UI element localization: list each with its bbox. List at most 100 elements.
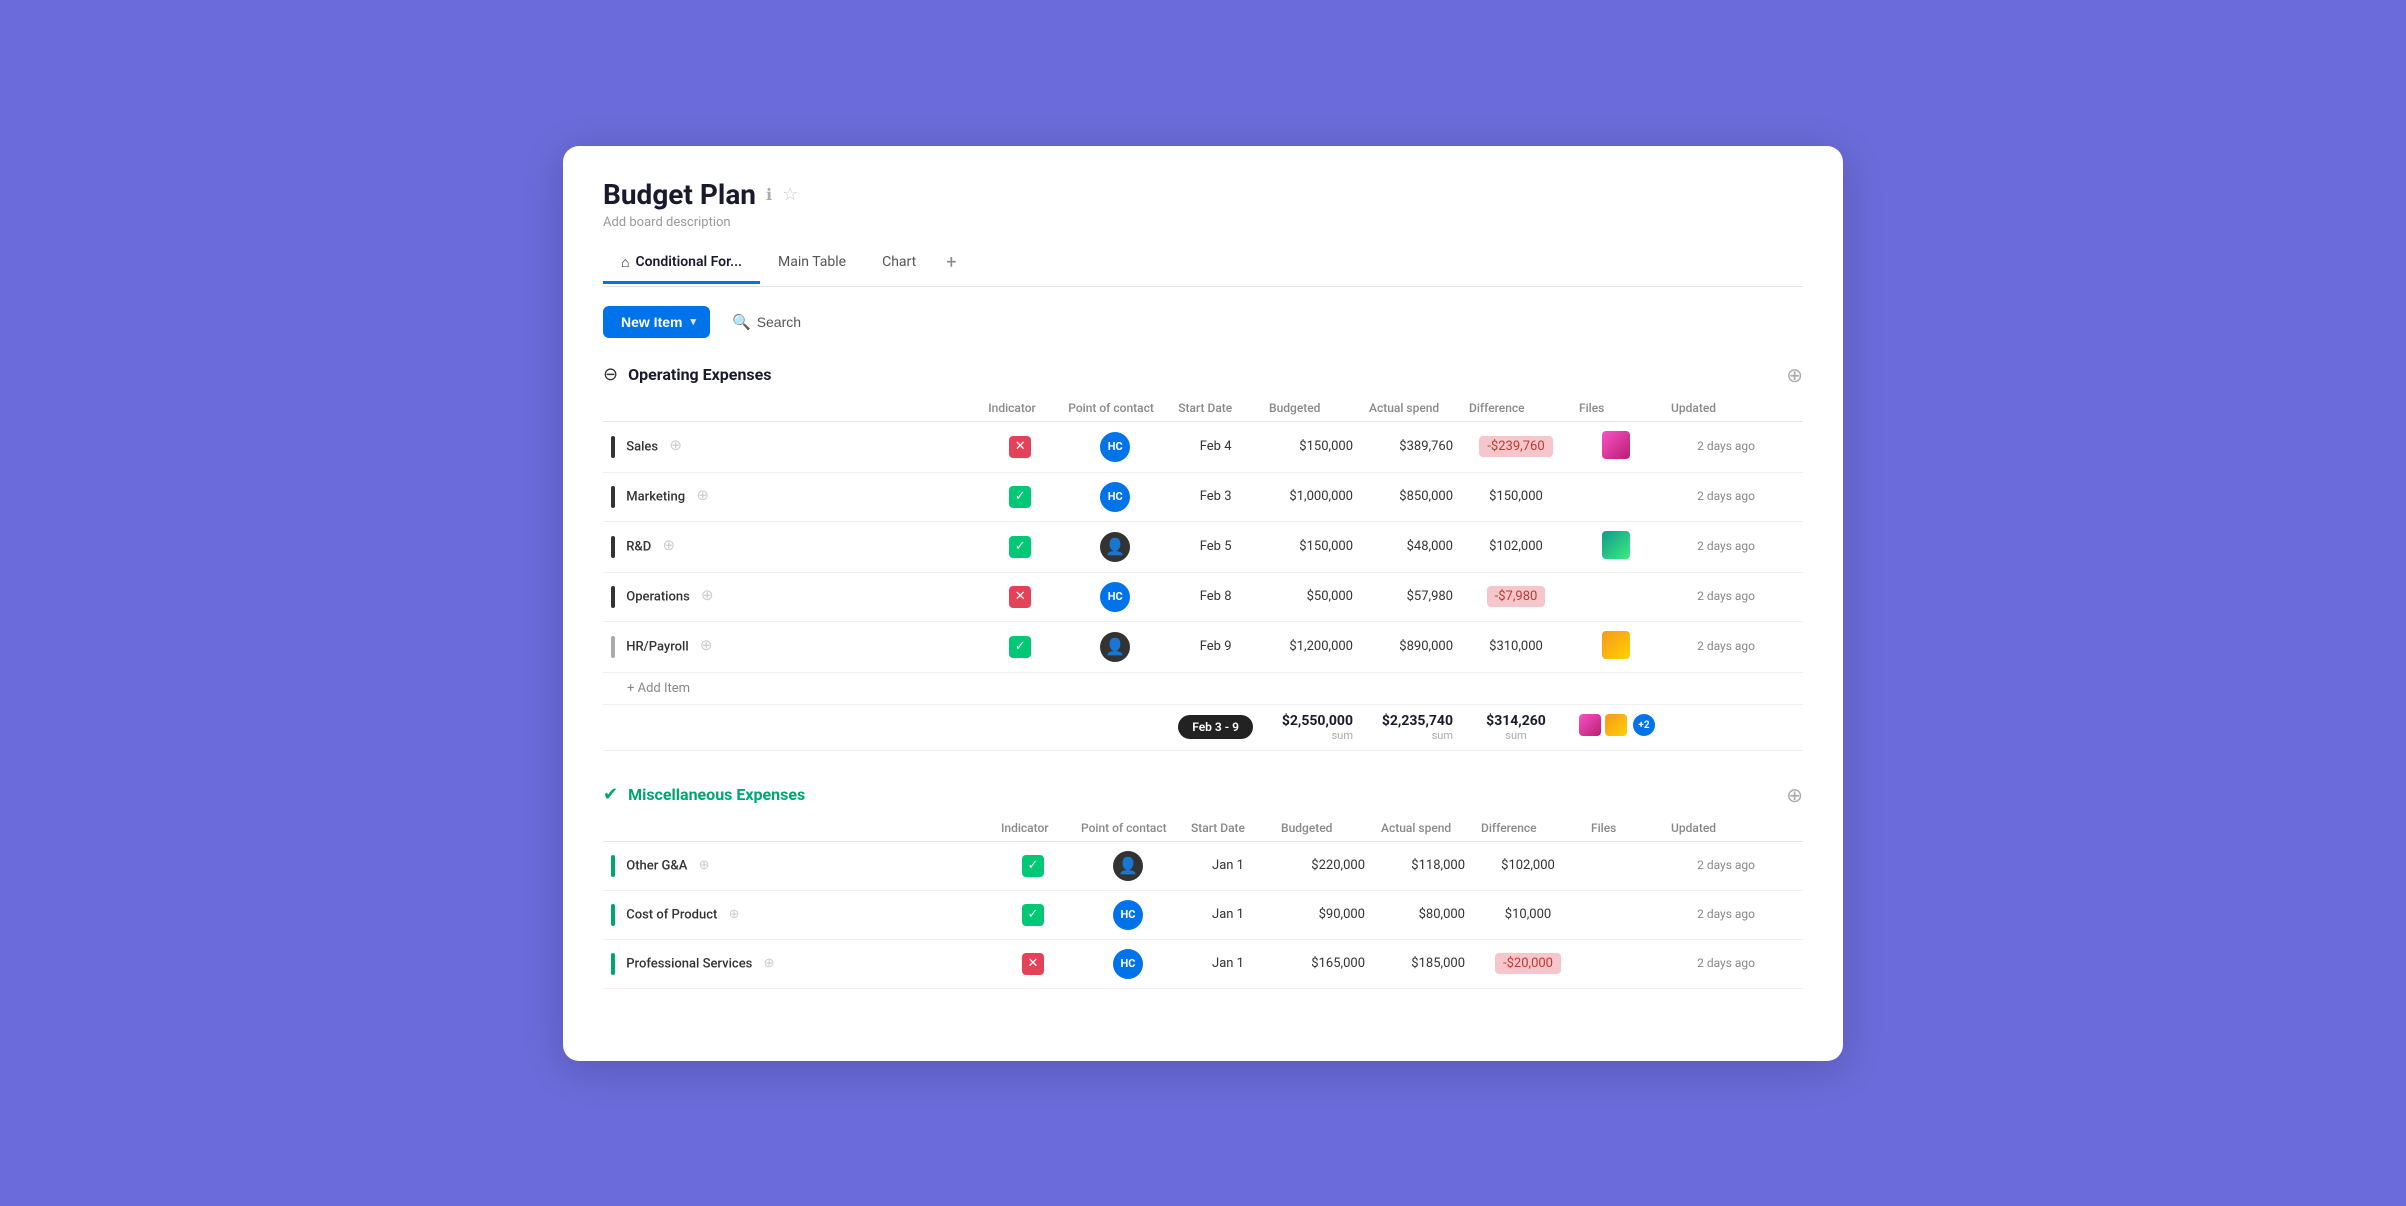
misc-add-icon[interactable]: ⊕ (1786, 783, 1803, 807)
tab-add[interactable]: + (934, 244, 968, 286)
budgeted-prof: $165,000 (1273, 939, 1373, 988)
add-col-ga[interactable]: ⊕ (699, 858, 710, 873)
indicator-cost: ✓ (993, 890, 1073, 939)
add-col-marketing[interactable]: ⊕ (696, 486, 709, 504)
row-bar (611, 855, 615, 877)
misc-toggle[interactable]: ✔ (603, 784, 618, 805)
table-row: Professional Services ⊕ ✕ HC Jan 1 $165,… (603, 939, 1803, 988)
indicator-green: ✓ (1009, 636, 1031, 658)
operating-toggle[interactable]: ⊖ (603, 364, 618, 385)
contact-hr: 👤 (1060, 621, 1170, 672)
actual-ops: $57,980 (1361, 572, 1461, 621)
indicator-ga: ✓ (993, 841, 1073, 890)
date-cost: Jan 1 (1183, 890, 1273, 939)
row-name-marketing[interactable]: Marketing ⊕ (603, 472, 980, 521)
file-thumb-multi (1602, 631, 1630, 659)
file-thumb-2 (1605, 714, 1627, 736)
new-item-button[interactable]: New Item ▾ (603, 306, 710, 338)
difference-hr: $310,000 (1461, 621, 1571, 672)
contact-ga: 👤 (1073, 841, 1183, 890)
row-name-rd[interactable]: R&D ⊕ (603, 521, 980, 572)
add-item-label[interactable]: + Add Item (603, 672, 1803, 704)
contact-cost: HC (1073, 890, 1183, 939)
tab-main-table-label: Main Table (778, 254, 846, 270)
add-col-rd[interactable]: ⊕ (662, 536, 675, 554)
budgeted-ga: $220,000 (1273, 841, 1373, 890)
table-row: Operations ⊕ ✕ HC Feb 8 $50,000 $57,980 … (603, 572, 1803, 621)
info-icon[interactable]: ℹ (766, 185, 772, 204)
date-hr: Feb 9 (1170, 621, 1261, 672)
operating-table-header: Indicator Point of contact Start Date Bu… (603, 395, 1803, 422)
indicator-sales: ✕ (980, 421, 1060, 472)
table-row: Cost of Product ⊕ ✓ HC Jan 1 $90,000 $80… (603, 890, 1803, 939)
star-icon[interactable]: ☆ (782, 184, 798, 205)
misc-expenses-section: ✔ Miscellaneous Expenses ⊕ Indicator Poi… (603, 783, 1803, 989)
operating-add-icon[interactable]: ⊕ (1786, 363, 1803, 387)
summary-row: Feb 3 - 9 $2,550,000 sum $2,235,740 sum … (603, 704, 1803, 750)
files-ops (1571, 572, 1663, 621)
new-item-label: New Item (621, 314, 682, 330)
difference-prof: -$20,000 (1473, 939, 1583, 988)
summary-budgeted: $2,550,000 sum (1261, 704, 1361, 750)
actual-prof: $185,000 (1373, 939, 1473, 988)
diff-badge-neg: -$7,980 (1487, 586, 1546, 607)
row-bar (611, 586, 615, 608)
row-name-other-ga[interactable]: Other G&A ⊕ (603, 841, 993, 890)
actual-sales: $389,760 (1361, 421, 1461, 472)
budgeted-marketing: $1,000,000 (1261, 472, 1361, 521)
files-hr (1571, 621, 1663, 672)
tab-chart[interactable]: Chart (864, 246, 934, 283)
board-description[interactable]: Add board description (603, 215, 1803, 230)
difference-ga: $102,000 (1473, 841, 1583, 890)
files-cost (1583, 890, 1663, 939)
col-difference-header: Difference (1461, 395, 1571, 422)
date-prof: Jan 1 (1183, 939, 1273, 988)
table-row: Sales ⊕ ✕ HC Feb 4 $150,000 $389,760 -$2… (603, 421, 1803, 472)
add-item-text[interactable]: + Add Item (627, 681, 690, 696)
row-name-operations[interactable]: Operations ⊕ (603, 572, 980, 621)
add-col-hr[interactable]: ⊕ (700, 636, 713, 654)
indicator-rd: ✓ (980, 521, 1060, 572)
toolbar: New Item ▾ 🔍 Search (603, 305, 1803, 339)
file-thumb-blue (1602, 531, 1630, 559)
date-sales: Feb 4 (1170, 421, 1261, 472)
add-col-sales[interactable]: ⊕ (669, 436, 682, 454)
files-sales (1571, 421, 1663, 472)
add-col-btn (1763, 421, 1803, 472)
updated-ga: 2 days ago (1663, 841, 1763, 890)
updated-marketing: 2 days ago (1663, 472, 1763, 521)
indicator-prof: ✕ (993, 939, 1073, 988)
col-budgeted-header: Budgeted (1261, 395, 1361, 422)
files-prof (1583, 939, 1663, 988)
summary-difference: $314,260 sum (1461, 704, 1571, 750)
budgeted-rd: $150,000 (1261, 521, 1361, 572)
row-name-prof[interactable]: Professional Services ⊕ (603, 939, 993, 988)
col-indicator-header: Indicator (980, 395, 1060, 422)
operating-section-header: ⊖ Operating Expenses ⊕ (603, 363, 1803, 387)
actual-hr: $890,000 (1361, 621, 1461, 672)
add-col-ops[interactable]: ⊕ (701, 586, 714, 604)
files-marketing (1571, 472, 1663, 521)
row-name-cost[interactable]: Cost of Product ⊕ (603, 890, 993, 939)
app-container: Budget Plan ℹ ☆ Add board description ⌂ … (563, 146, 1843, 1061)
date-ga: Jan 1 (1183, 841, 1273, 890)
row-name-sales[interactable]: Sales ⊕ (603, 421, 980, 472)
add-col-cost[interactable]: ⊕ (729, 907, 740, 922)
search-button[interactable]: 🔍 Search (722, 305, 811, 339)
difference-ops: -$7,980 (1461, 572, 1571, 621)
add-col-prof[interactable]: ⊕ (764, 956, 775, 971)
col-date-header: Start Date (1170, 395, 1261, 422)
misc-table: Indicator Point of contact Start Date Bu… (603, 815, 1803, 989)
tab-main-table[interactable]: Main Table (760, 246, 864, 283)
misc-table-header: Indicator Point of contact Start Date Bu… (603, 815, 1803, 842)
difference-cost: $10,000 (1473, 890, 1583, 939)
diff-badge-negative: -$239,760 (1479, 436, 1552, 457)
updated-cost: 2 days ago (1663, 890, 1763, 939)
tab-conditional[interactable]: ⌂ Conditional For... (603, 246, 760, 284)
indicator-hr: ✓ (980, 621, 1060, 672)
actual-cost: $80,000 (1373, 890, 1473, 939)
budgeted-sales: $150,000 (1261, 421, 1361, 472)
indicator-red: ✕ (1009, 436, 1031, 458)
row-name-hr[interactable]: HR/Payroll ⊕ (603, 621, 980, 672)
add-item-row[interactable]: + Add Item (603, 672, 1803, 704)
